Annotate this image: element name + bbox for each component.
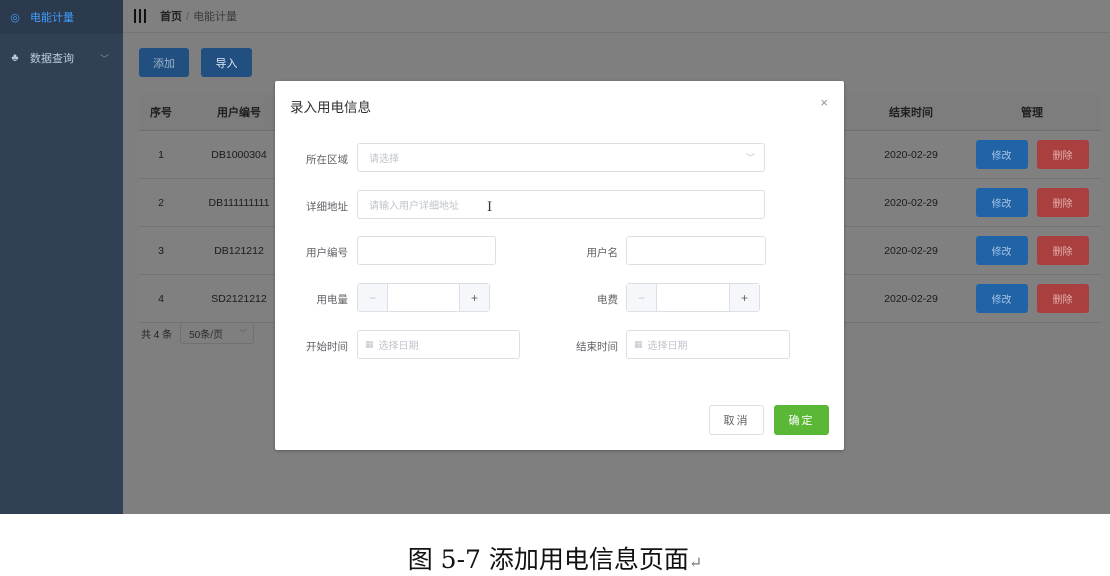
breadcrumb-separator: / [186, 11, 190, 23]
address-input[interactable]: 请输入用户详细地址 [357, 190, 765, 219]
username-label: 用户名 [586, 247, 619, 259]
sitemap-icon: ♣ [11, 52, 19, 64]
usage-label: 用电量 [316, 294, 349, 306]
text-cursor-icon: I [487, 200, 493, 215]
cancel-button[interactable]: 取消 [709, 405, 764, 435]
fee-label: 电费 [597, 294, 618, 306]
plus-button[interactable]: + [459, 284, 489, 311]
cell-actions: 修改 删除 [963, 179, 1101, 226]
sidebar-item-label: 电能计量 [30, 12, 74, 24]
usage-stepper[interactable]: − + [357, 283, 490, 312]
cell-end-time: 2020-02-29 [884, 148, 938, 161]
cell-end-time: 2020-02-29 [884, 196, 938, 209]
breadcrumb-current: 电能计量 [193, 11, 238, 23]
chevron-down-icon: ﹀ [99, 53, 109, 64]
cell-index: 3 [158, 244, 164, 257]
header-manage: 管理 [1021, 107, 1043, 119]
add-power-info-dialog: 录入用电信息 × 所在区域 请选择 ﹀ 详细地址 请输入用户详细地址 I 用户编… [275, 81, 844, 450]
header-end-time: 结束时间 [889, 107, 933, 119]
user-id-label: 用户编号 [306, 247, 348, 259]
plus-button[interactable]: + [729, 284, 759, 311]
address-placeholder: 请输入用户详细地址 [369, 201, 459, 212]
delete-button[interactable]: 删除 [1036, 188, 1089, 217]
pagination: 共 4 条 50条/页 ﹀ [141, 322, 255, 344]
minus-button[interactable]: − [627, 284, 657, 311]
chevron-down-icon: ﹀ [239, 328, 248, 338]
page-size-select[interactable]: 50条/页 ﹀ [180, 322, 255, 344]
navbar: 首页 / 电能计量 [123, 0, 1110, 33]
minus-button[interactable]: − [358, 284, 388, 311]
cell-end-time: 2020-02-29 [884, 244, 938, 257]
app-window: ◎ 电能计量 ♣ 数据查询 ﹀ 首页 / 电能计量 添加 导入 序号 用户编号 结束… [0, 0, 1110, 514]
edit-button[interactable]: 修改 [975, 188, 1028, 217]
cell-index: 2 [158, 196, 164, 209]
edit-button[interactable]: 修改 [975, 140, 1028, 169]
sidebar: ◎ 电能计量 ♣ 数据查询 ﹀ [0, 0, 123, 514]
breadcrumb-home[interactable]: 首页 [160, 11, 182, 23]
delete-button[interactable]: 删除 [1036, 236, 1089, 265]
page-size-value: 50条/页 [189, 329, 224, 341]
region-select[interactable]: 请选择 ﹀ [357, 143, 765, 172]
breadcrumb: 首页 / 电能计量 [160, 8, 237, 24]
pagination-total: 共 4 条 [141, 329, 173, 341]
end-time-label: 结束时间 [576, 341, 618, 353]
end-date-picker[interactable]: ▦ 选择日期 [626, 330, 790, 359]
start-date-placeholder: 选择日期 [378, 341, 419, 352]
dialog-title: 录入用电信息 [290, 100, 371, 115]
calendar-icon: ▦ [365, 339, 374, 349]
cell-actions: 修改 删除 [963, 131, 1101, 178]
start-date-picker[interactable]: ▦ 选择日期 [357, 330, 520, 359]
sidebar-item-data-query[interactable]: ♣ 数据查询 ﹀ [0, 41, 123, 75]
close-icon[interactable]: × [820, 95, 828, 110]
hamburger-icon[interactable] [134, 9, 146, 23]
delete-button[interactable]: 删除 [1036, 140, 1089, 169]
cell-actions: 修改 删除 [963, 275, 1101, 322]
header-index: 序号 [150, 107, 172, 119]
end-date-placeholder: 选择日期 [647, 341, 688, 352]
region-label: 所在区域 [306, 154, 348, 166]
delete-button[interactable]: 删除 [1036, 284, 1089, 313]
cell-actions: 修改 删除 [963, 227, 1101, 274]
figure-caption: 图 5-7 添加用电信息页面↵ [0, 540, 1110, 576]
fee-stepper[interactable]: − + [626, 283, 760, 312]
cell-index: 4 [158, 292, 164, 305]
user-id-input[interactable] [357, 236, 496, 265]
caption-text: 图 5-7 添加用电信息页面 [407, 545, 689, 574]
usage-value[interactable] [388, 284, 459, 311]
confirm-button[interactable]: 确定 [774, 405, 829, 435]
sidebar-item-label: 数据查询 [30, 53, 74, 65]
edit-button[interactable]: 修改 [975, 284, 1028, 313]
sidebar-item-energy-metering[interactable]: ◎ 电能计量 [0, 0, 123, 34]
region-placeholder: 请选择 [369, 154, 399, 165]
cell-end-time: 2020-02-29 [884, 292, 938, 305]
return-mark-icon: ↵ [688, 553, 703, 572]
circle-icon: ◎ [10, 11, 20, 24]
username-input[interactable] [626, 236, 766, 265]
fee-value[interactable] [657, 284, 729, 311]
address-label: 详细地址 [306, 201, 348, 213]
calendar-icon: ▦ [634, 339, 643, 349]
cell-index: 1 [158, 148, 164, 161]
edit-button[interactable]: 修改 [975, 236, 1028, 265]
start-time-label: 开始时间 [306, 341, 348, 353]
import-button[interactable]: 导入 [201, 48, 252, 77]
chevron-down-icon: ﹀ [745, 153, 755, 163]
add-button[interactable]: 添加 [139, 48, 189, 77]
